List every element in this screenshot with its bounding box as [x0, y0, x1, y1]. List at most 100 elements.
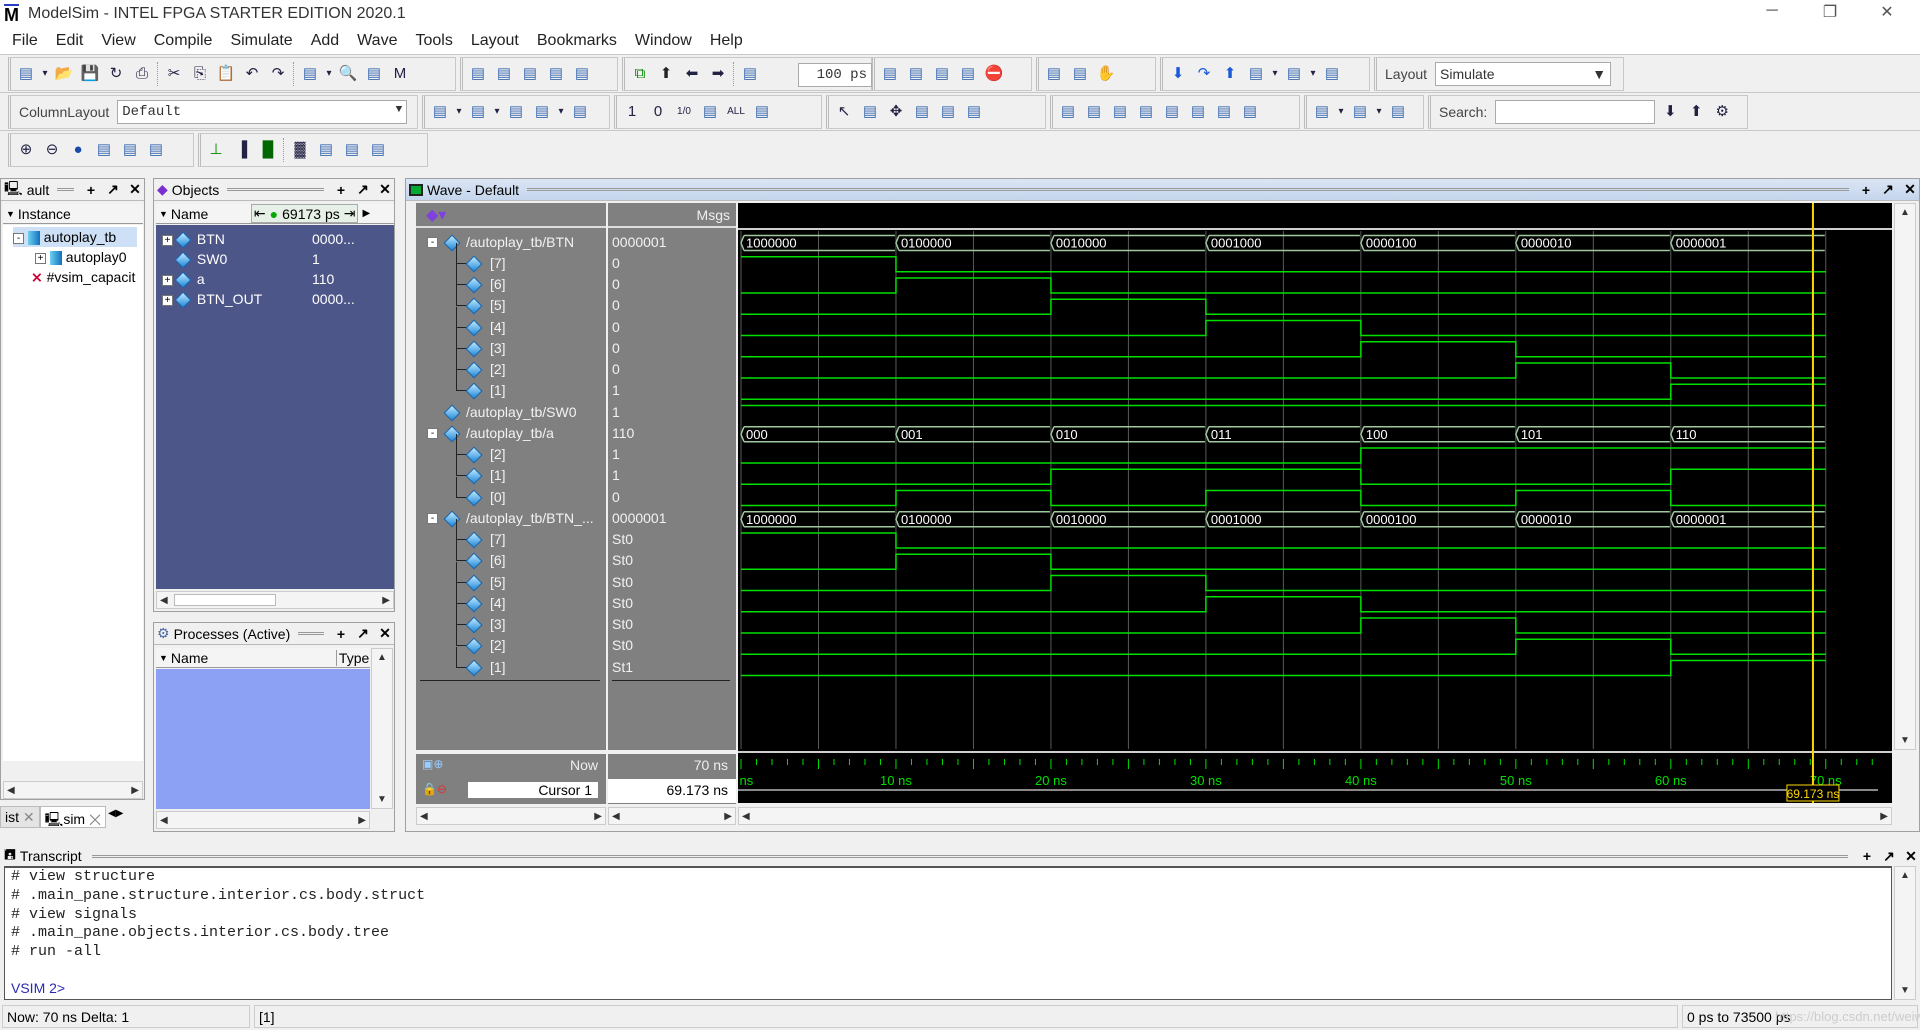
zoom-in-icon[interactable]: ⊕	[15, 139, 37, 161]
dock-icon[interactable]: +	[1858, 848, 1876, 864]
horizontal-scrollbar[interactable]: ◀ ▶	[156, 811, 370, 829]
copy-icon[interactable]: ⎘	[189, 63, 211, 85]
step-into-icon[interactable]: ⬇	[1167, 63, 1189, 85]
break-icon[interactable]: ▤	[571, 63, 593, 85]
performance-icon[interactable]: ▤	[1043, 63, 1065, 85]
add-cursor-icon[interactable]: ▣⊕	[422, 757, 443, 771]
zoom-full-icon[interactable]: ●	[67, 139, 89, 161]
drag-grip[interactable]	[227, 188, 324, 191]
open-folder-icon[interactable]: 📂	[53, 63, 75, 85]
collapse-icon[interactable]: -	[13, 232, 24, 244]
dropdown-icon[interactable]: ▾	[1375, 101, 1383, 123]
wave-vertical-scrollbar[interactable]: ▲ ▼	[1894, 203, 1916, 750]
play-break-icon[interactable]: ▤	[963, 101, 985, 123]
tab-scroll-arrows[interactable]: ◀▶	[106, 806, 125, 828]
pan-icon[interactable]: ✥	[885, 101, 907, 123]
next-time-icon[interactable]: ⇥	[344, 205, 356, 222]
menu-layout[interactable]: Layout	[467, 28, 527, 54]
paste-icon[interactable]: 📋	[215, 63, 237, 85]
edge-find2-icon[interactable]: ▤	[1187, 101, 1209, 123]
stop-icon[interactable]: ⛔	[983, 63, 1005, 85]
column-layout-select[interactable]: Default ▼	[117, 100, 408, 124]
close-icon[interactable]: ✕	[376, 625, 394, 642]
dock-icon[interactable]: +	[1857, 182, 1875, 198]
search-options-icon[interactable]: ⚙	[1711, 101, 1733, 123]
insert-icon[interactable]: ▤	[1387, 101, 1409, 123]
sort-icon[interactable]: ▼	[156, 209, 171, 219]
wave-signal-row[interactable]: - /autoplay_tb/a	[416, 423, 606, 444]
column-header-instance[interactable]: ▼ Instance	[3, 204, 143, 224]
menu-bookmarks[interactable]: Bookmarks	[533, 28, 625, 54]
memory-profile-icon[interactable]: ▤	[1069, 63, 1091, 85]
horizontal-scrollbar[interactable]: ◀ ▶	[156, 591, 394, 609]
zoom-box-icon[interactable]: ▤	[859, 101, 881, 123]
search-input[interactable]	[1495, 100, 1656, 124]
undock-icon[interactable]: ↗	[354, 625, 372, 642]
wave-signal-row[interactable]: - /autoplay_tb/BTN_...	[416, 508, 606, 529]
vertical-scrollbar[interactable]: ▲ ▼	[371, 648, 393, 809]
new-file-icon[interactable]: ▤	[15, 63, 37, 85]
menu-view[interactable]: View	[97, 28, 143, 54]
wave-bit-row[interactable]: [1]	[416, 370, 606, 401]
expand-icon[interactable]: +	[162, 274, 173, 286]
up-arrow-icon[interactable]: ⬆	[655, 63, 677, 85]
edge-mid-icon[interactable]: ▤	[341, 139, 363, 161]
menu-simulate[interactable]: Simulate	[226, 28, 300, 54]
column-type[interactable]: Type	[337, 650, 369, 666]
cursor-lines-icon[interactable]: ▤	[911, 101, 933, 123]
menu-compile[interactable]: Compile	[150, 28, 221, 54]
undock-icon[interactable]: ↗	[354, 181, 372, 198]
run-icon[interactable]: ▤	[879, 63, 901, 85]
find-binoculars-icon[interactable]: 🔍	[337, 63, 359, 85]
continue-icon[interactable]: ▤	[905, 63, 927, 85]
wave-hscroll[interactable]: ◀ ▶	[738, 807, 1892, 825]
load-design-icon[interactable]: ▤	[467, 63, 489, 85]
dropdown-icon[interactable]: ▾	[1271, 63, 1279, 85]
tree-item-autoplay0[interactable]: + autoplay0	[35, 247, 127, 267]
modelsim-icon[interactable]: M	[389, 63, 411, 85]
dock-icon[interactable]: +	[82, 182, 100, 198]
save-icon[interactable]: 💾	[79, 63, 101, 85]
edge-falling-icon[interactable]: ▤	[1083, 101, 1105, 123]
values-hscroll[interactable]: ◀ ▶	[608, 807, 736, 825]
wave-bit-row[interactable]: [7]	[416, 519, 606, 550]
close-icon[interactable]: ✕	[1902, 848, 1920, 865]
run-all-icon[interactable]: ▤	[931, 63, 953, 85]
zoom-last-icon[interactable]: ▤	[145, 139, 167, 161]
close-icon[interactable]: ✕	[89, 811, 101, 827]
remove-wave-icon[interactable]: ▤	[467, 101, 489, 123]
dropdown-icon[interactable]: ▾	[1309, 63, 1317, 85]
cut-icon[interactable]: ✂	[163, 63, 185, 85]
edge-rising-icon[interactable]: ▤	[1057, 101, 1079, 123]
undo-icon[interactable]: ↶	[241, 63, 263, 85]
expand-icon[interactable]: ▤	[937, 101, 959, 123]
menu-file[interactable]: File	[8, 28, 46, 54]
wave-bit-row[interactable]: [0]	[416, 476, 606, 508]
dropdown-icon[interactable]: ▾	[557, 101, 565, 123]
undock-icon[interactable]: ↗	[1880, 848, 1898, 865]
cursor-row[interactable]: 🔒⊖ Cursor 1	[416, 779, 606, 803]
zoom-range-icon[interactable]: ▤	[119, 139, 141, 161]
dropdown-icon[interactable]: ▾	[41, 63, 49, 85]
transcript-scrollbar[interactable]: ▲ ▼	[1894, 866, 1916, 1000]
save-format-icon[interactable]: ▤	[531, 101, 553, 123]
wave-bit-row[interactable]: [3]	[416, 604, 606, 635]
wave-bit-row[interactable]: [7]	[416, 242, 606, 274]
object-item[interactable]: SW0 1	[162, 249, 390, 269]
memory-icon[interactable]: ▤	[519, 63, 541, 85]
object-item[interactable]: + a 110	[162, 269, 390, 289]
edge-find1-icon[interactable]: ▤	[1161, 101, 1183, 123]
close-icon[interactable]: ✕	[23, 809, 35, 825]
object-item[interactable]: + BTN_OUT 0000...	[162, 289, 390, 309]
dropdown-icon[interactable]: ▾	[1337, 101, 1345, 123]
left-arrow-icon[interactable]: ⬅	[681, 63, 703, 85]
run-length-input[interactable]	[798, 63, 872, 87]
library-icon[interactable]: ▤	[493, 63, 515, 85]
drag-grip[interactable]	[91, 854, 1848, 858]
restart-icon[interactable]: ⧉	[629, 63, 651, 85]
refresh-icon[interactable]: ↻	[105, 63, 127, 85]
edge-find3-icon[interactable]: ▤	[1213, 101, 1235, 123]
edge-prev-icon[interactable]: ▤	[1109, 101, 1131, 123]
step-over-dd-icon[interactable]: ▤	[1283, 63, 1305, 85]
print-icon[interactable]: ⎙	[131, 63, 153, 85]
